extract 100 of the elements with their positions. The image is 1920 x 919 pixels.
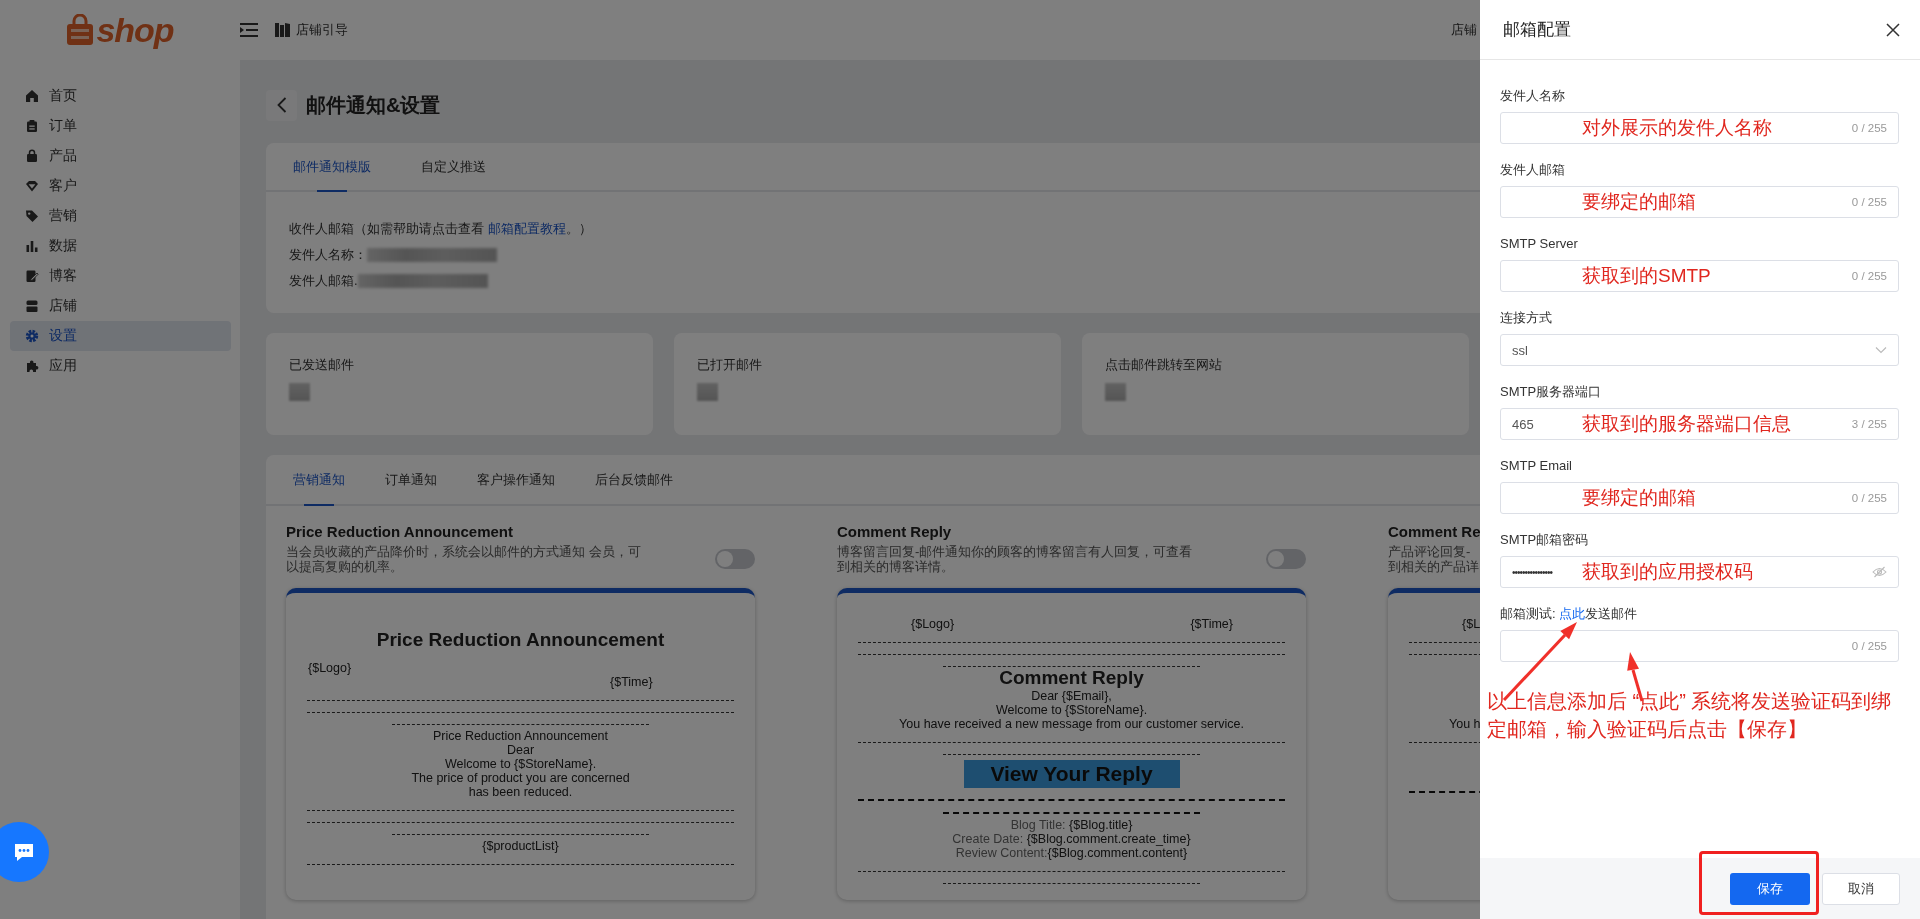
input-value: 465 bbox=[1512, 416, 1535, 432]
close-icon[interactable] bbox=[1886, 22, 1900, 37]
char-counter: 3 / 255 bbox=[1851, 418, 1887, 430]
email-body: You h bbox=[1449, 717, 1480, 731]
sidebar-item[interactable]: 数据 bbox=[10, 231, 231, 261]
char-counter: 0 / 255 bbox=[1851, 640, 1887, 652]
sidebar-item[interactable]: 应用 bbox=[10, 351, 231, 381]
page-title: 邮件通知&设置 bbox=[306, 92, 441, 118]
email-body: Dear {$Email}, Welcome to {$StoreName}. You have received a new message from our customer service. bbox=[898, 689, 1245, 731]
annotation-text: 要绑定的邮箱 bbox=[1582, 190, 1696, 214]
template-title: Price Reduction Announcement bbox=[286, 523, 514, 540]
char-counter: 0 / 255 bbox=[1851, 492, 1887, 504]
field-label: 邮箱测试: 点此发送邮件 bbox=[1500, 606, 1639, 622]
sidebar-label: 设置 bbox=[49, 327, 77, 345]
placeholder-text: {$Time} bbox=[610, 675, 654, 689]
tab[interactable]: 营销通知 bbox=[293, 455, 345, 504]
field-label: SMTP邮箱密码 bbox=[1500, 532, 1590, 548]
bar-chart-icon bbox=[25, 239, 39, 253]
input-field[interactable]: 465 获取到的服务器端口信息 3 / 255 bbox=[1500, 408, 1899, 440]
sidebar-label: 数据 bbox=[49, 237, 77, 255]
bag-icon bbox=[25, 149, 39, 163]
tag-icon bbox=[25, 209, 39, 223]
char-counter: 0 / 255 bbox=[1851, 196, 1887, 208]
annotation-text: 获取到的服务器端口信息 bbox=[1582, 412, 1791, 436]
info-label: 发件人名称： bbox=[289, 246, 367, 264]
drawer-title: 邮箱配置 bbox=[1503, 19, 1571, 41]
sidebar-item[interactable]: 博客 bbox=[10, 261, 231, 291]
stat-label: 已发送邮件 bbox=[289, 356, 355, 374]
tab[interactable]: 后台反馈邮件 bbox=[595, 455, 673, 504]
info-text: 收件人邮箱（如需帮助请点击查看 邮箱配置教程。） bbox=[289, 220, 593, 238]
placeholder-text: {$Time} bbox=[1190, 617, 1233, 631]
cancel-button[interactable]: 取消 bbox=[1822, 872, 1900, 905]
menu-icon[interactable] bbox=[240, 23, 258, 37]
field-label: SMTP Email bbox=[1500, 458, 1573, 474]
input-field[interactable]: 0 / 255 bbox=[1500, 630, 1899, 662]
email-heading: Price Reduction Announcement bbox=[375, 629, 666, 651]
sidebar-label: 店铺 bbox=[49, 297, 77, 315]
password-field[interactable]: •••••••••••••••• 获取到的应用授权码 bbox=[1500, 556, 1899, 588]
field-label: SMTP服务器端口 bbox=[1500, 384, 1603, 400]
diamond-icon bbox=[25, 179, 39, 193]
email-body: Price Reduction Announcement Dear Welcome to {$StoreName}. The price of product you are concerned has been reduced. bbox=[410, 729, 631, 799]
input-field[interactable]: 对外展示的发件人名称 0 / 255 bbox=[1500, 112, 1899, 144]
sidebar-item[interactable]: 客户 bbox=[10, 171, 231, 201]
edit-icon bbox=[25, 269, 39, 283]
logo-text[interactable]: shop bbox=[96, 10, 174, 50]
annotation-text: 要绑定的邮箱 bbox=[1582, 486, 1696, 510]
char-counter: 0 / 255 bbox=[1851, 270, 1887, 282]
send-link[interactable]: 点此 bbox=[1559, 606, 1586, 621]
sidebar-item[interactable]: 设置 bbox=[10, 321, 231, 351]
template-description: 产品评论回复- 到相关的产品详 bbox=[1388, 544, 1479, 574]
placeholder-text: {$L bbox=[1462, 617, 1480, 631]
annotation-text: 以上信息添加后 “点此” 系统将发送验证码到绑定邮箱，输入验证码后点击【保存】 bbox=[1487, 689, 1892, 742]
header-link[interactable]: 店铺 bbox=[1451, 21, 1477, 39]
template-title: Comment Re bbox=[1388, 523, 1480, 540]
select-field[interactable]: ssl bbox=[1500, 334, 1899, 366]
info-label: 发件人邮箱. bbox=[289, 272, 358, 290]
tab[interactable]: 自定义推送 bbox=[421, 143, 486, 190]
email-fields: Blog Title: {$Blog.title} Create Date: {$Blog.comment.create_time} Review Content:{$Blog.comment.content} bbox=[837, 818, 1306, 860]
email-heading: Comment Reply bbox=[998, 667, 1145, 689]
template-description: 当会员收藏的产品降价时，系统会以邮件的方式通知 会员，可 以提高复购的机率。 bbox=[286, 544, 641, 574]
sidebar-item[interactable]: 首页 bbox=[10, 81, 231, 111]
field-label: SMTP Server bbox=[1500, 236, 1579, 252]
sidebar-item[interactable]: 店铺 bbox=[10, 291, 231, 321]
tutorial-link[interactable]: 邮箱配置教程 bbox=[487, 221, 566, 236]
puzzle-icon bbox=[25, 359, 39, 373]
sidebar-label: 博客 bbox=[49, 267, 77, 285]
tab[interactable]: 邮件通知模版 bbox=[293, 143, 371, 190]
tab[interactable]: 客户操作通知 bbox=[477, 455, 555, 504]
placeholder-text: {$Logo} bbox=[308, 661, 353, 675]
toggle-switch[interactable] bbox=[1266, 549, 1306, 569]
field-label: 发件人名称 bbox=[1500, 88, 1566, 104]
back-button[interactable] bbox=[266, 89, 297, 121]
input-field[interactable]: 获取到的SMTP 0 / 255 bbox=[1500, 260, 1899, 292]
guide-link[interactable]: 店铺引导 bbox=[296, 21, 348, 39]
tab[interactable]: 订单通知 bbox=[385, 455, 437, 504]
placeholder-text: {$Logo} bbox=[911, 617, 955, 631]
sidebar-label: 客户 bbox=[49, 177, 77, 195]
placeholder-text: {$productList} bbox=[481, 839, 560, 853]
stat-label: 已打开邮件 bbox=[697, 356, 763, 374]
annotation-text: 对外展示的发件人名称 bbox=[1582, 116, 1772, 140]
toggle-switch[interactable] bbox=[715, 549, 755, 569]
sidebar-item[interactable]: 营销 bbox=[10, 201, 231, 231]
template-description: 博客留言回复-邮件通知你的顾客的博客留言有人回复，可查看 到相关的博客详情。 bbox=[837, 544, 1193, 574]
input-field[interactable]: 要绑定的邮箱 0 / 255 bbox=[1500, 186, 1899, 218]
chevron-down-icon bbox=[1875, 346, 1887, 354]
store-icon bbox=[25, 299, 39, 313]
annotation-text: 获取到的SMTP bbox=[1582, 264, 1711, 288]
redacted-value bbox=[1105, 383, 1126, 401]
sidebar-label: 产品 bbox=[49, 147, 77, 165]
template-title: Comment Reply bbox=[837, 523, 953, 540]
save-button[interactable]: 保存 bbox=[1730, 872, 1810, 905]
char-counter: 0 / 255 bbox=[1851, 122, 1887, 134]
redacted-value bbox=[697, 383, 718, 401]
redacted-value bbox=[289, 383, 310, 401]
sidebar-item[interactable]: 订单 bbox=[10, 111, 231, 141]
chat-icon bbox=[13, 842, 35, 862]
clipboard-icon bbox=[25, 119, 39, 133]
chevron-left-icon bbox=[276, 97, 287, 113]
sidebar-item[interactable]: 产品 bbox=[10, 141, 231, 171]
input-field[interactable]: 要绑定的邮箱 0 / 255 bbox=[1500, 482, 1899, 514]
